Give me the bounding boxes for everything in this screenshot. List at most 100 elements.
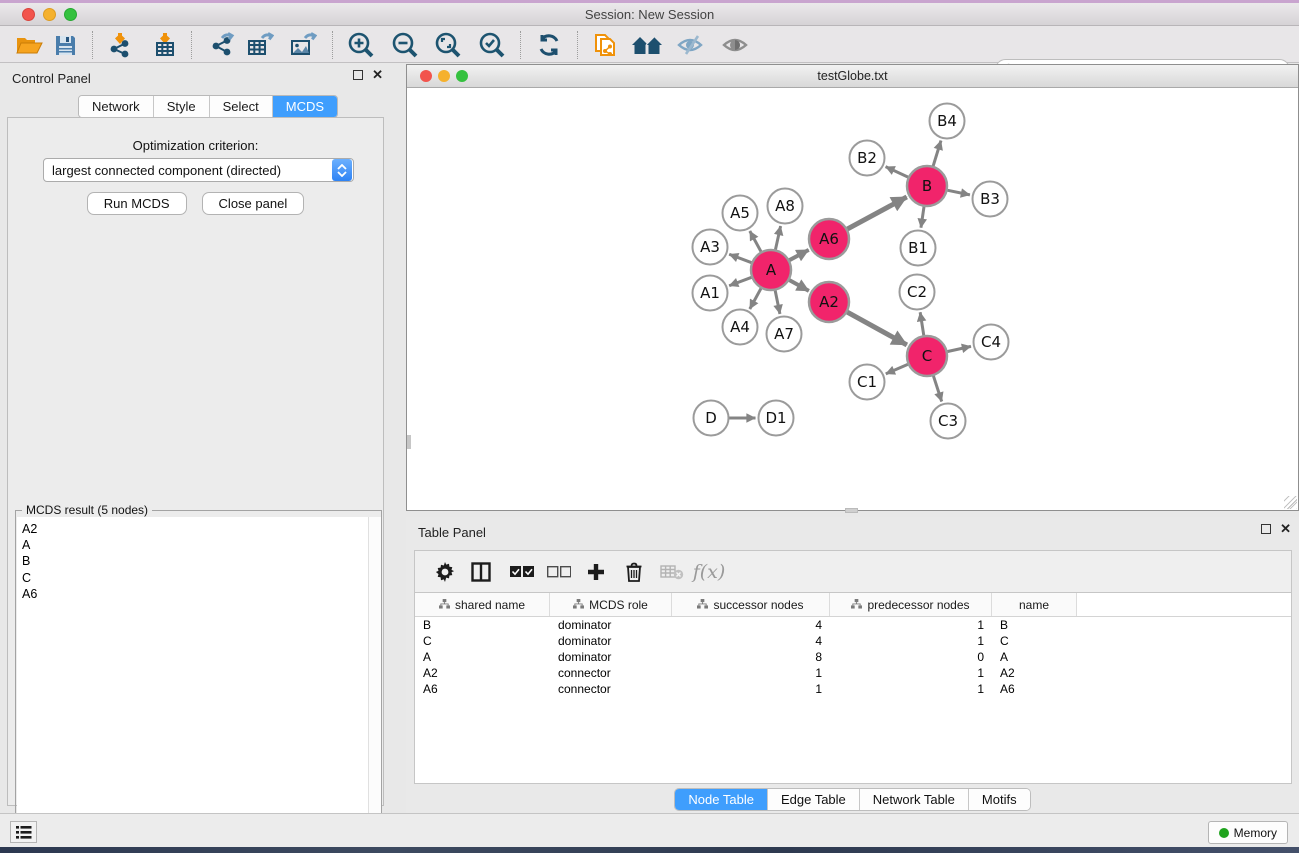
table-cell[interactable]: C — [415, 633, 550, 649]
window-resize-grip[interactable] — [1284, 496, 1297, 509]
node-A8[interactable]: A8 — [768, 189, 803, 224]
edge-A-A4[interactable] — [750, 288, 762, 309]
result-list-item[interactable]: C — [22, 570, 368, 586]
tab-style[interactable]: Style — [154, 96, 210, 117]
table-cell[interactable]: dominator — [550, 649, 672, 665]
table-row[interactable]: A2connector11A2 — [415, 665, 1291, 681]
split-column-icon[interactable] — [465, 556, 497, 588]
table-cell[interactable]: 4 — [672, 617, 830, 633]
column-header-shared-name[interactable]: shared name — [415, 593, 550, 616]
table-cell[interactable]: 1 — [830, 681, 992, 697]
node-A3[interactable]: A3 — [693, 230, 728, 265]
table-cell[interactable]: connector — [550, 681, 672, 697]
add-column-icon[interactable] — [580, 556, 612, 588]
hide-details-eye-icon[interactable] — [674, 29, 708, 61]
zoom-in-icon[interactable] — [344, 29, 378, 61]
criterion-dropdown[interactable]: largest connected component (directed) — [43, 158, 354, 182]
table-cell[interactable]: connector — [550, 665, 672, 681]
node-A1[interactable]: A1 — [693, 276, 728, 311]
delete-column-trash-icon[interactable] — [618, 556, 650, 588]
table-cell[interactable]: A6 — [992, 681, 1077, 697]
result-list-item[interactable]: A6 — [22, 586, 368, 602]
column-header-name[interactable]: name — [992, 593, 1077, 616]
node-C[interactable]: C — [907, 336, 947, 376]
float-panel-icon[interactable] — [353, 70, 363, 80]
table-row[interactable]: Adominator80A — [415, 649, 1291, 665]
table-cell[interactable]: B — [992, 617, 1077, 633]
float-table-panel-icon[interactable] — [1261, 524, 1271, 534]
export-image-icon[interactable] — [286, 29, 320, 61]
edge-A-A8[interactable] — [775, 226, 780, 250]
edge-A-A7[interactable] — [775, 290, 780, 314]
network-canvas[interactable]: B4B2BB3A5A8A6A3B1AA1C2A2A4A7C4CC1C3DD1 — [407, 88, 1298, 510]
node-C3[interactable]: C3 — [931, 404, 966, 439]
delete-table-icon[interactable] — [656, 556, 688, 588]
export-table-icon[interactable] — [243, 29, 277, 61]
tab-motifs[interactable]: Motifs — [969, 789, 1030, 810]
zoom-out-icon[interactable] — [388, 29, 422, 61]
node-D[interactable]: D — [694, 401, 729, 436]
canvas-bottom-handle[interactable] — [845, 508, 858, 513]
table-cell[interactable]: 1 — [830, 665, 992, 681]
edge-A-A5[interactable] — [750, 231, 762, 252]
tab-edge-table[interactable]: Edge Table — [768, 789, 860, 810]
table-cell[interactable]: B — [415, 617, 550, 633]
node-B3[interactable]: B3 — [973, 182, 1008, 217]
import-table-icon[interactable] — [148, 29, 182, 61]
network-titlebar[interactable]: testGlobe.txt — [407, 65, 1298, 88]
column-header-predecessor-nodes[interactable]: predecessor nodes — [830, 593, 992, 616]
result-list-item[interactable]: B — [22, 553, 368, 569]
edge-A-A6[interactable] — [789, 250, 809, 261]
table-cell[interactable]: A2 — [992, 665, 1077, 681]
edge-B-B3[interactable] — [947, 190, 970, 195]
node-A4[interactable]: A4 — [723, 310, 758, 345]
import-network-icon[interactable] — [104, 29, 138, 61]
edge-C-C3[interactable] — [933, 375, 942, 401]
node-A6[interactable]: A6 — [809, 219, 849, 259]
node-B[interactable]: B — [907, 166, 947, 206]
result-list-item[interactable]: A — [22, 537, 368, 553]
table-row[interactable]: Bdominator41B — [415, 617, 1291, 633]
edge-A6-B[interactable] — [847, 197, 907, 230]
open-session-icon[interactable] — [12, 29, 46, 61]
node-A[interactable]: A — [751, 250, 791, 290]
status-menu-button[interactable] — [10, 821, 37, 843]
edge-A2-C[interactable] — [847, 312, 907, 345]
table-cell[interactable]: A2 — [415, 665, 550, 681]
tab-mcds[interactable]: MCDS — [273, 96, 337, 117]
tab-network[interactable]: Network — [79, 96, 154, 117]
clone-network-icon[interactable] — [588, 29, 622, 61]
edge-B-B2[interactable] — [886, 167, 909, 178]
zoom-selected-icon[interactable] — [475, 29, 509, 61]
node-A2[interactable]: A2 — [809, 282, 849, 322]
save-session-icon[interactable] — [48, 29, 82, 61]
table-cell[interactable]: A — [992, 649, 1077, 665]
node-A7[interactable]: A7 — [767, 317, 802, 352]
table-cell[interactable]: 1 — [672, 681, 830, 697]
export-network-icon[interactable] — [205, 29, 239, 61]
run-mcds-button[interactable]: Run MCDS — [87, 192, 187, 215]
table-row[interactable]: A6connector11A6 — [415, 681, 1291, 697]
edge-A-A1[interactable] — [729, 277, 752, 286]
table-cell[interactable]: A — [415, 649, 550, 665]
refresh-layout-icon[interactable] — [532, 29, 566, 61]
tab-node-table[interactable]: Node Table — [675, 789, 768, 810]
table-cell[interactable]: 1 — [830, 617, 992, 633]
edge-C-C1[interactable] — [886, 364, 909, 374]
edge-B-B1[interactable] — [921, 206, 924, 228]
memory-button[interactable]: Memory — [1208, 821, 1288, 844]
node-B1[interactable]: B1 — [901, 231, 936, 266]
edge-A-A3[interactable] — [729, 254, 752, 263]
zoom-fit-icon[interactable] — [431, 29, 465, 61]
mcds-result-list[interactable]: A2ABCA6 — [17, 517, 381, 852]
home-view-icon[interactable] — [630, 29, 664, 61]
tab-select[interactable]: Select — [210, 96, 273, 117]
close-panel-button[interactable]: Close panel — [202, 192, 305, 215]
deselect-all-checkboxes-icon[interactable] — [543, 556, 575, 588]
edge-A-A2[interactable] — [789, 280, 809, 291]
node-A5[interactable]: A5 — [723, 196, 758, 231]
show-details-eye-icon[interactable] — [719, 29, 753, 61]
edge-C-C2[interactable] — [920, 312, 924, 336]
close-table-panel-icon[interactable]: ✕ — [1280, 524, 1291, 534]
node-B2[interactable]: B2 — [850, 141, 885, 176]
